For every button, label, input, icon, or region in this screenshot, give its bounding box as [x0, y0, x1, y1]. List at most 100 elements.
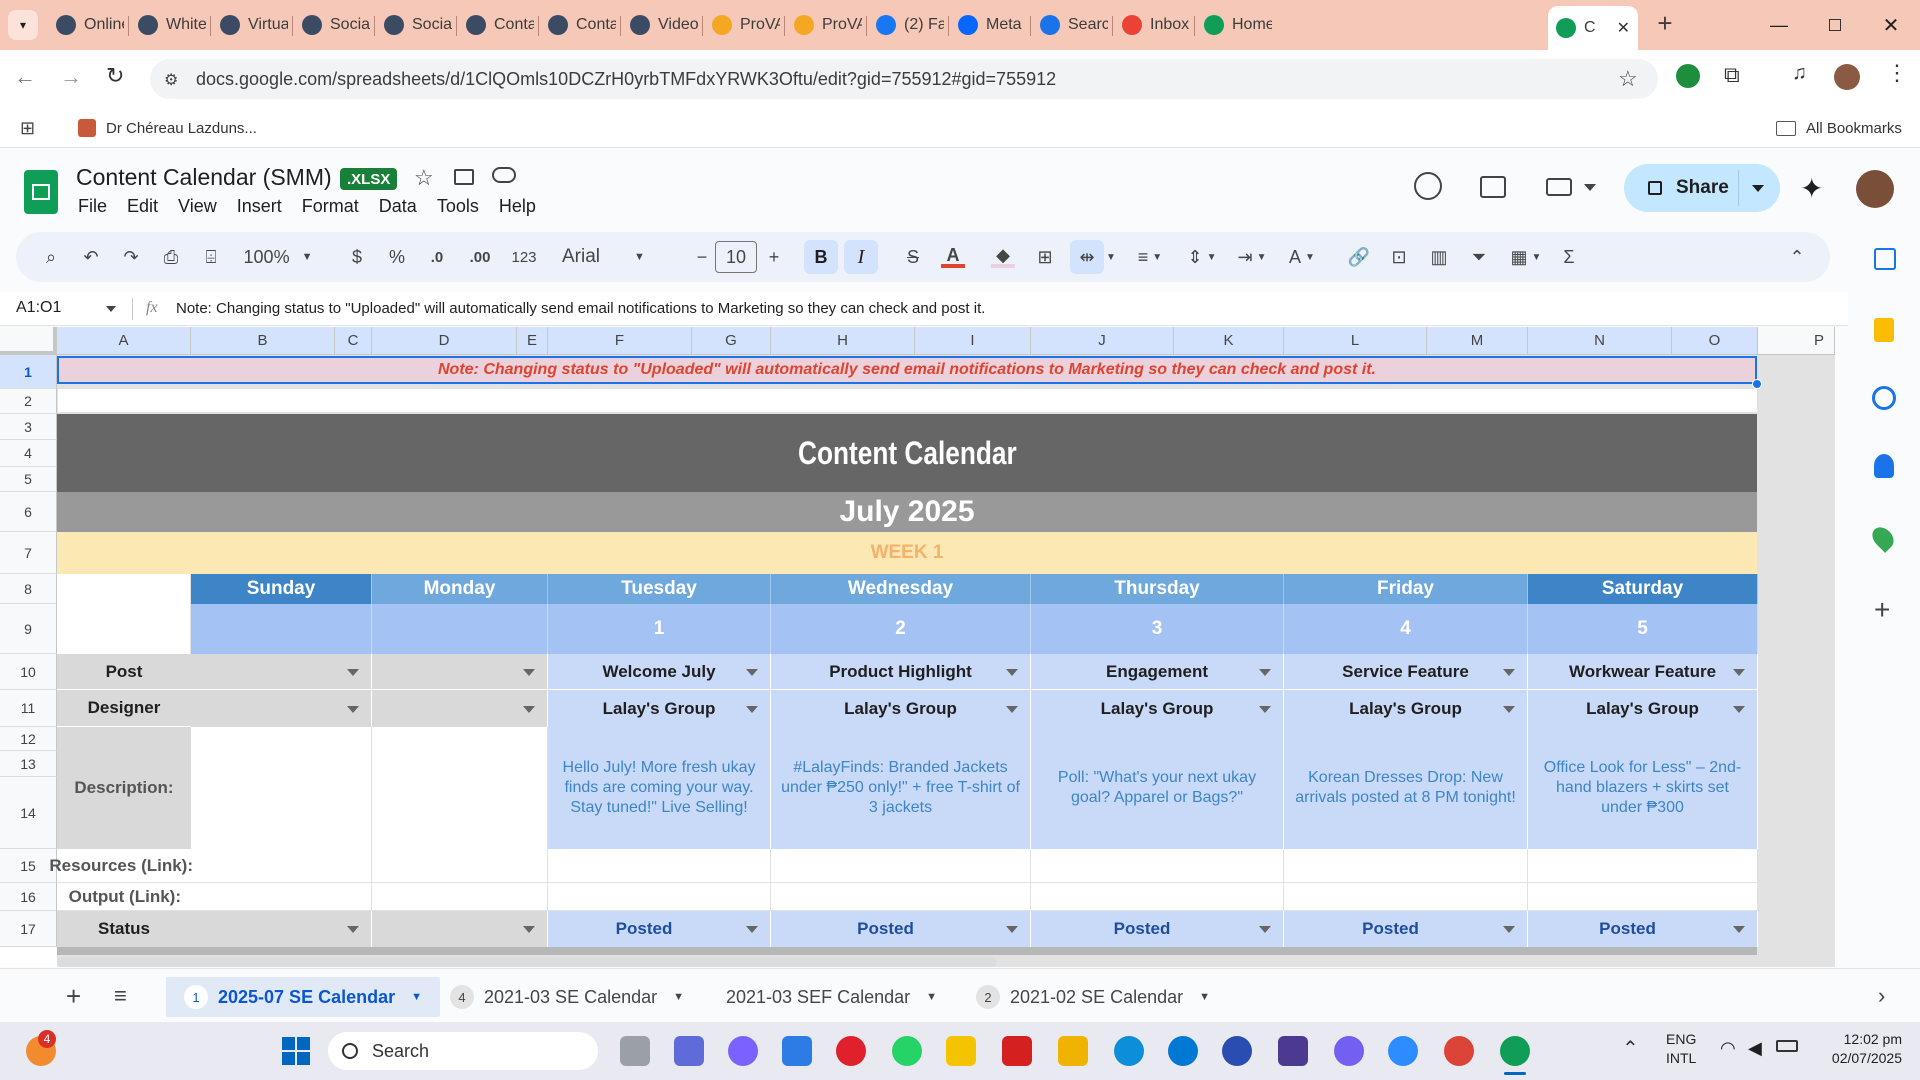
- collapse-toolbar-icon[interactable]: ⌃: [1782, 232, 1812, 282]
- description-cell[interactable]: #LalayFinds: Branded Jackets under ₱250 …: [771, 727, 1031, 849]
- selection-handle[interactable]: [1752, 379, 1762, 389]
- designer-dropdown[interactable]: [372, 690, 548, 727]
- date-cell[interactable]: 3: [1031, 604, 1284, 654]
- undo-icon[interactable]: ↶: [76, 232, 106, 282]
- post-dropdown[interactable]: Product Highlight: [771, 654, 1031, 690]
- reload-icon[interactable]: ↻: [106, 63, 124, 89]
- all-sheets-icon[interactable]: ≡: [114, 983, 127, 1009]
- insert-comment-icon[interactable]: ⊡: [1384, 232, 1414, 282]
- close-tab-icon[interactable]: ✕: [1617, 18, 1630, 38]
- acrobat-icon[interactable]: [1002, 1036, 1032, 1066]
- zoom-select[interactable]: 100% ▼: [238, 232, 318, 282]
- keep-icon[interactable]: [1874, 318, 1894, 342]
- column-header-h[interactable]: H: [771, 327, 915, 355]
- column-header-b[interactable]: B: [191, 327, 335, 355]
- filter-icon[interactable]: ⏷: [1464, 232, 1494, 282]
- insert-chart-icon[interactable]: ▥: [1424, 232, 1454, 282]
- sticky-notes-icon[interactable]: [946, 1036, 976, 1066]
- chevron-down-icon[interactable]: ▼: [673, 991, 684, 1003]
- close-window-button[interactable]: ✕: [1876, 10, 1906, 40]
- currency-button[interactable]: $: [342, 232, 372, 282]
- sheet-tab[interactable]: 1 2025-07 SE Calendar ▼: [166, 977, 440, 1017]
- language-indicator[interactable]: ENG INTL: [1666, 1030, 1696, 1068]
- day-header[interactable]: Saturday: [1528, 574, 1758, 604]
- browser-tab[interactable]: Meta: [950, 8, 1026, 42]
- output-cell[interactable]: [1031, 883, 1284, 911]
- new-tab-button[interactable]: +: [1650, 8, 1680, 38]
- browser-tab[interactable]: Conta: [458, 8, 534, 42]
- chrome-profile-icon[interactable]: [1500, 1036, 1530, 1066]
- spreadsheet-grid[interactable]: ABCDEFGHIJKLMNOP 1 2 3 4 5 6 7 8 9 10 11 12 13 14 15 16…: [0, 327, 1835, 967]
- clock[interactable]: 12:02 pm 02/07/2025: [1806, 1030, 1902, 1068]
- description-cell[interactable]: Korean Dresses Drop: New arrivals posted…: [1284, 727, 1528, 849]
- designer-dropdown[interactable]: [191, 690, 372, 727]
- apps-grid-icon[interactable]: ⊞: [20, 118, 35, 139]
- redo-icon[interactable]: ↷: [116, 232, 146, 282]
- date-cell[interactable]: [191, 604, 372, 654]
- designer-dropdown[interactable]: Lalay's Group: [548, 690, 771, 727]
- menu-data[interactable]: Data: [369, 196, 427, 217]
- meet-icon[interactable]: [1546, 178, 1572, 196]
- add-sheet-button[interactable]: +: [66, 981, 81, 1012]
- menu-view[interactable]: View: [168, 196, 227, 217]
- percent-button[interactable]: %: [382, 232, 412, 282]
- day-header[interactable]: Friday: [1284, 574, 1528, 604]
- browser-tab[interactable]: Home: [1196, 8, 1272, 42]
- status-dropdown[interactable]: Posted: [1528, 911, 1758, 947]
- day-header[interactable]: Tuesday: [548, 574, 771, 604]
- copilot-icon[interactable]: [728, 1036, 758, 1066]
- output-cell[interactable]: [1284, 883, 1528, 911]
- browser-tab[interactable]: Virtua: [212, 8, 288, 42]
- name-box[interactable]: A1:O1: [16, 299, 61, 317]
- account-avatar[interactable]: [1856, 170, 1894, 208]
- date-cell[interactable]: 4: [1284, 604, 1528, 654]
- resources-cell[interactable]: [771, 849, 1031, 883]
- strikethrough-icon[interactable]: S: [898, 232, 928, 282]
- resources-cell[interactable]: [372, 849, 548, 883]
- status-dropdown[interactable]: [191, 911, 372, 947]
- fill-color-icon[interactable]: ◆: [988, 232, 1018, 282]
- back-icon[interactable]: ←: [14, 64, 36, 90]
- taskbar-search[interactable]: Search: [328, 1032, 598, 1070]
- increase-font-size-icon[interactable]: +: [762, 232, 786, 282]
- print-icon[interactable]: ⎙: [156, 232, 186, 282]
- designer-dropdown[interactable]: Lalay's Group: [1284, 690, 1528, 727]
- resources-cell[interactable]: [1284, 849, 1528, 883]
- formula-input[interactable]: Note: Changing status to "Uploaded" will…: [176, 300, 985, 317]
- chrome-icon[interactable]: [1444, 1036, 1474, 1066]
- label-designer[interactable]: Designer: [57, 690, 191, 727]
- row-header-4[interactable]: 4: [0, 440, 57, 467]
- chevron-down-icon[interactable]: ▼: [926, 991, 937, 1003]
- blank-cell[interactable]: [57, 574, 191, 654]
- bold-button[interactable]: B: [802, 232, 840, 282]
- status-dropdown[interactable]: [372, 911, 548, 947]
- description-cell[interactable]: Office Look for Less" – 2nd-hand blazers…: [1528, 727, 1758, 849]
- move-folder-icon[interactable]: [454, 169, 474, 185]
- add-on-icon[interactable]: +: [1874, 594, 1890, 626]
- row-header-12[interactable]: 12: [0, 727, 57, 751]
- sheet-tab[interactable]: 4 2021-03 SE Calendar ▼: [432, 977, 702, 1017]
- browser-tab[interactable]: Conta: [540, 8, 616, 42]
- vertical-align-icon[interactable]: ⇕ ▼: [1180, 232, 1224, 282]
- text-color-icon[interactable]: A: [938, 232, 968, 282]
- row-header-8[interactable]: 8: [0, 574, 57, 604]
- menu-insert[interactable]: Insert: [227, 196, 292, 217]
- insert-link-icon[interactable]: 🔗: [1344, 232, 1374, 282]
- designer-dropdown[interactable]: Lalay's Group: [1031, 690, 1284, 727]
- calendar-icon[interactable]: [1874, 248, 1896, 270]
- column-header-p[interactable]: P: [1758, 327, 1835, 355]
- column-header-f[interactable]: F: [548, 327, 692, 355]
- puzzle-icon[interactable]: ⧉: [1724, 62, 1740, 88]
- start-button[interactable]: [282, 1037, 310, 1065]
- whatsapp-icon[interactable]: [892, 1036, 922, 1066]
- column-header-e[interactable]: E: [517, 327, 548, 355]
- site-info-icon[interactable]: ⚙: [164, 70, 178, 90]
- post-dropdown[interactable]: Engagement: [1031, 654, 1284, 690]
- viber-icon[interactable]: [1334, 1036, 1364, 1066]
- menu-format[interactable]: Format: [292, 196, 369, 217]
- column-header-m[interactable]: M: [1427, 327, 1528, 355]
- designer-dropdown[interactable]: Lalay's Group: [771, 690, 1031, 727]
- forward-icon[interactable]: →: [60, 64, 82, 90]
- chevron-down-icon[interactable]: ▼: [1199, 991, 1210, 1003]
- row-header-17[interactable]: 17: [0, 911, 57, 947]
